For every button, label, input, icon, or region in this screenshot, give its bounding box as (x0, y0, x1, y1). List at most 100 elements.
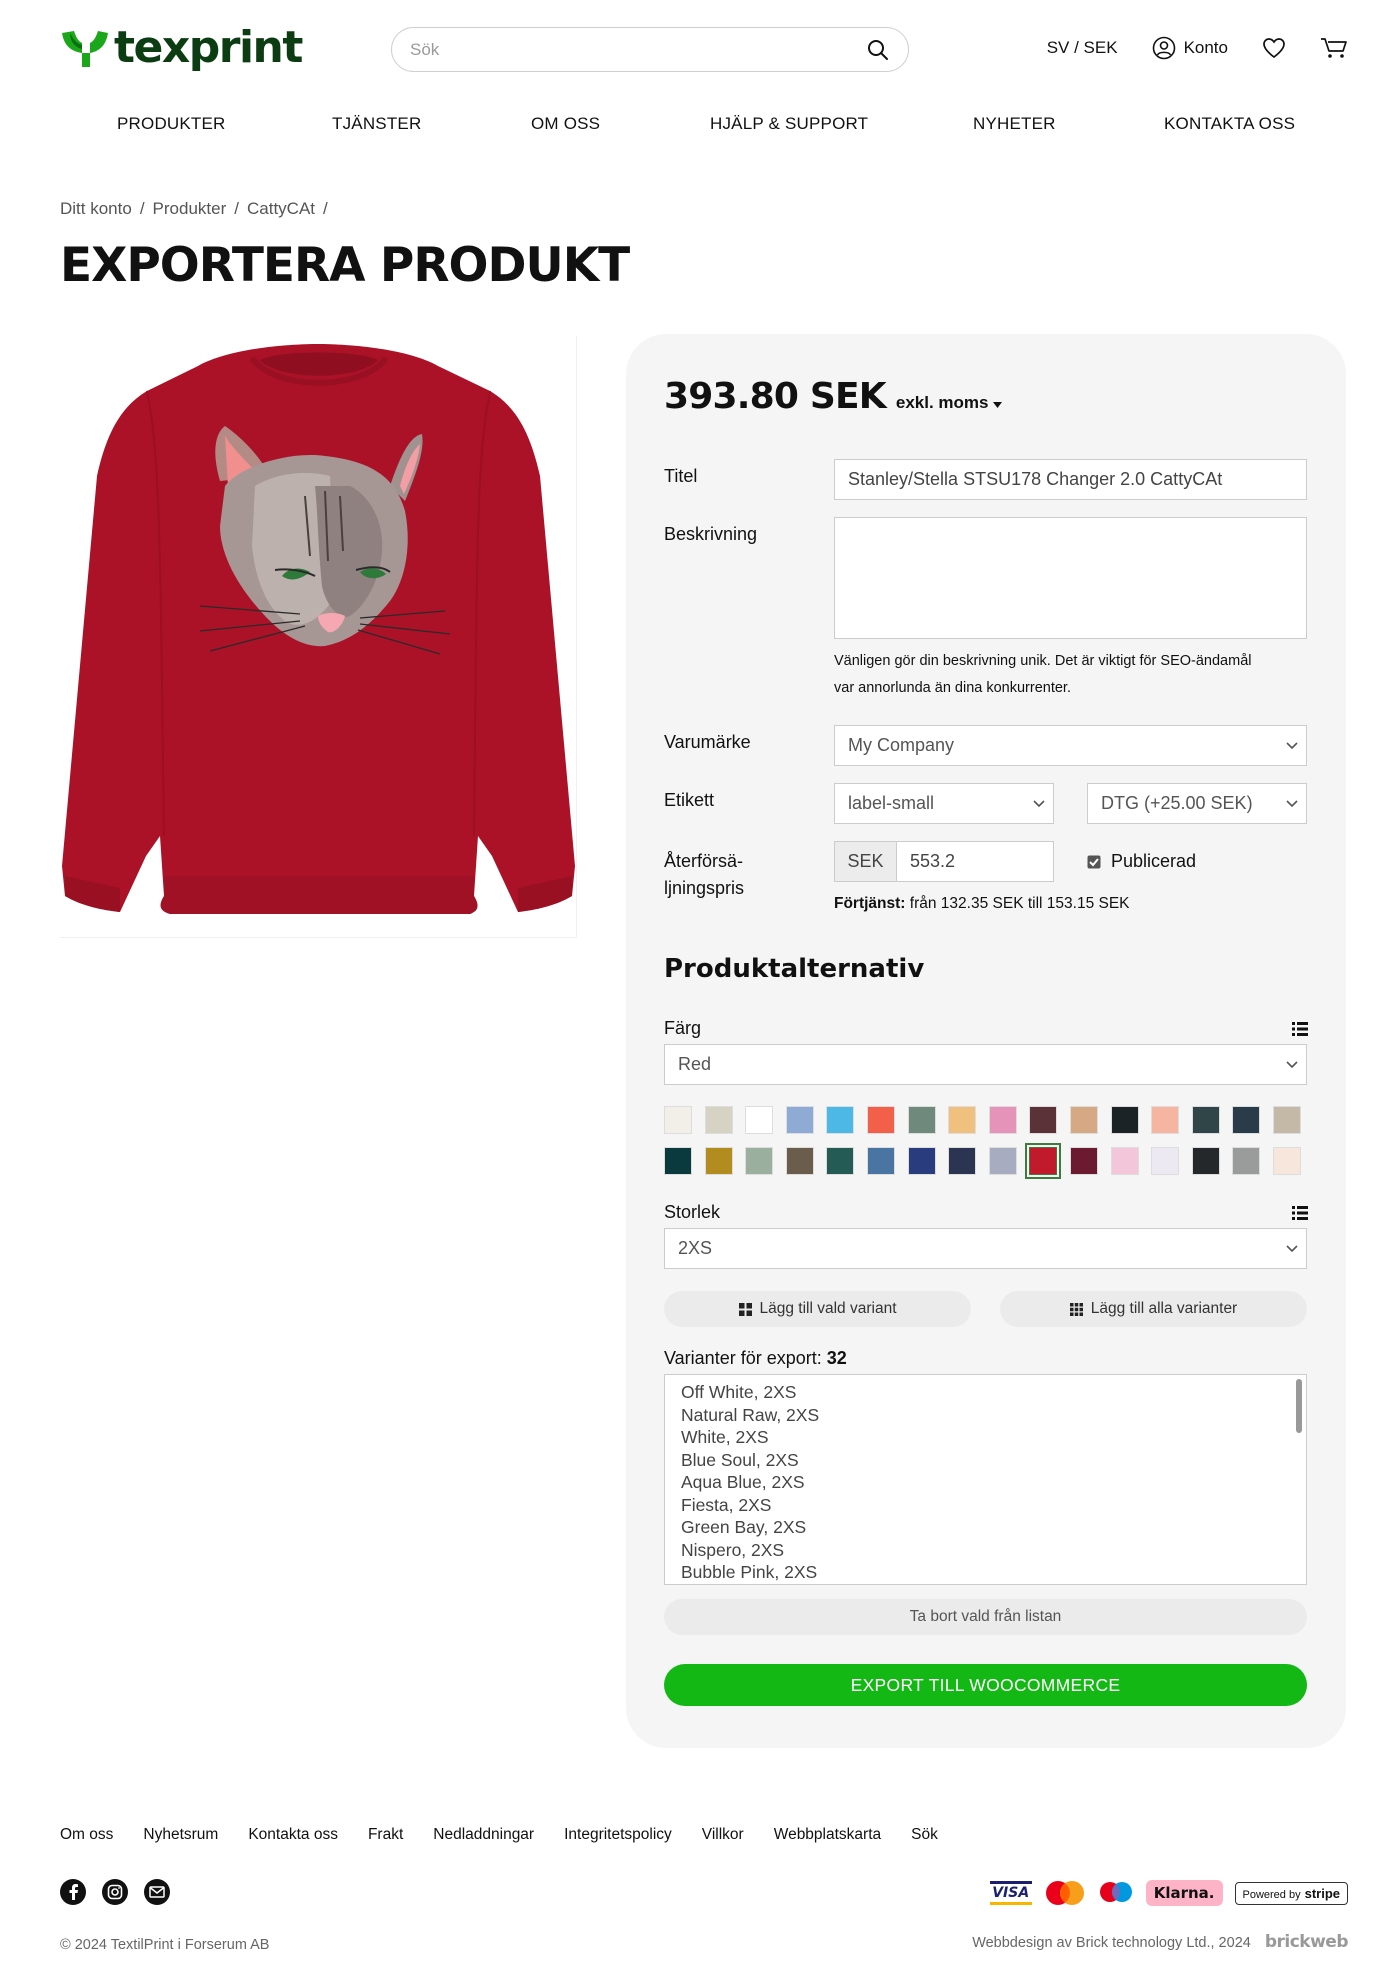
checkbox-checked-icon[interactable] (1087, 855, 1101, 869)
list-item[interactable]: Blue Soul, 2XS (681, 1449, 1290, 1472)
list-item[interactable]: Natural Raw, 2XS (681, 1404, 1290, 1427)
color-swatch[interactable] (664, 1106, 692, 1134)
export-woocommerce-label: EXPORT TILL WOOCOMMERCE (850, 1674, 1121, 1695)
color-swatch[interactable] (988, 1106, 1017, 1134)
search-icon[interactable] (866, 38, 890, 62)
search-bar[interactable] (391, 27, 909, 72)
color-swatch[interactable] (1191, 1147, 1220, 1175)
color-swatch[interactable] (948, 1147, 977, 1175)
nav-item-tjanster[interactable]: TJÄNSTER (332, 114, 421, 134)
color-swatch[interactable] (1191, 1106, 1220, 1134)
color-swatch[interactable] (745, 1147, 774, 1175)
footer-link[interactable]: Frakt (368, 1826, 403, 1844)
title-label: Titel (664, 466, 698, 486)
footer-link[interactable]: Nedladdningar (433, 1826, 534, 1844)
instagram-icon[interactable] (102, 1879, 128, 1905)
list-item[interactable]: Green Bay, 2XS (681, 1516, 1290, 1539)
nav-item-nyheter[interactable]: NYHETER (973, 114, 1056, 134)
chevron-down-icon (1286, 1244, 1298, 1252)
list-item[interactable]: Aqua Blue, 2XS (681, 1471, 1290, 1494)
published-toggle[interactable]: Publicerad (1087, 851, 1196, 872)
footer-link[interactable]: Villkor (702, 1826, 744, 1844)
footer-link[interactable]: Sök (911, 1826, 938, 1844)
footer-link[interactable]: Nyhetsrum (143, 1826, 218, 1844)
color-swatch[interactable] (988, 1147, 1017, 1175)
color-swatch[interactable] (867, 1147, 895, 1175)
color-swatch[interactable] (826, 1106, 855, 1134)
size-label: Storlek (664, 1202, 721, 1222)
list-item[interactable]: White, 2XS (681, 1426, 1290, 1449)
list-item[interactable]: Nispero, 2XS (681, 1539, 1290, 1562)
size-select[interactable]: 2XS (664, 1228, 1307, 1269)
nav-item-kontakta-oss[interactable]: KONTAKTA OSS (1164, 114, 1295, 134)
footer-link[interactable]: Om oss (60, 1826, 113, 1844)
options-title: Produktalternativ (664, 954, 925, 984)
search-input[interactable] (410, 39, 866, 60)
tax-toggle[interactable]: exkl. moms (896, 393, 1003, 413)
footer-link[interactable]: Webbplatskarta (774, 1826, 881, 1844)
cart-icon[interactable] (1320, 36, 1348, 60)
add-selected-variant-button[interactable]: Lägg till vald variant (664, 1291, 971, 1327)
price-block: 393.80 SEK exkl. moms (664, 376, 1003, 417)
label-select[interactable]: label-small (834, 783, 1054, 824)
list-item[interactable]: Fiesta, 2XS (681, 1494, 1290, 1517)
logo[interactable]: texprint (60, 22, 303, 73)
title-field[interactable]: Stanley/Stella STSU178 Changer 2.0 Catty… (834, 459, 1307, 500)
description-field[interactable] (834, 517, 1307, 639)
color-swatch[interactable] (1110, 1106, 1139, 1134)
breadcrumb: Ditt konto / Produkter / CattyCAt / (60, 199, 328, 219)
color-swatch[interactable] (907, 1106, 936, 1134)
color-swatch[interactable] (907, 1147, 936, 1175)
color-swatch[interactable] (1070, 1147, 1098, 1175)
variants-list[interactable]: Off White, 2XS Natural Raw, 2XS White, 2… (664, 1374, 1307, 1585)
color-swatch[interactable] (1025, 1143, 1062, 1179)
color-swatch[interactable] (1151, 1106, 1180, 1134)
breadcrumb-item[interactable]: CattyCAt (247, 199, 315, 219)
color-swatch[interactable] (704, 1147, 733, 1175)
list-item[interactable]: Bubble Pink, 2XS (681, 1561, 1290, 1584)
color-swatch[interactable] (1273, 1147, 1301, 1175)
color-swatch[interactable] (785, 1106, 814, 1134)
profit-info: Förtjänst: från 132.35 SEK till 153.15 S… (834, 895, 1130, 913)
size-value: 2XS (678, 1238, 713, 1258)
nav-item-hjalp-support[interactable]: HJÄLP & SUPPORT (710, 114, 868, 134)
heart-icon[interactable] (1262, 37, 1286, 59)
account-link[interactable]: Konto (1152, 36, 1228, 60)
color-swatch[interactable] (1110, 1147, 1139, 1175)
list-view-icon[interactable] (1292, 1022, 1308, 1036)
scrollbar[interactable] (1296, 1379, 1302, 1433)
list-item[interactable]: Off White, 2XS (681, 1381, 1290, 1404)
color-swatch[interactable] (745, 1106, 774, 1134)
color-swatch[interactable] (704, 1106, 733, 1134)
breadcrumb-item[interactable]: Ditt konto (60, 199, 132, 219)
footer-link[interactable]: Kontakta oss (248, 1826, 338, 1844)
add-all-variants-button[interactable]: Lägg till alla varianter (1000, 1291, 1307, 1327)
color-swatch[interactable] (785, 1147, 814, 1175)
color-swatch[interactable] (948, 1106, 977, 1134)
nav-item-produkter[interactable]: PRODUKTER (117, 114, 226, 134)
brand-select[interactable]: My Company (834, 725, 1307, 766)
mastercard-icon (1045, 1881, 1084, 1905)
resale-price-input[interactable]: 553.2 (896, 841, 1054, 882)
color-swatch[interactable] (1232, 1106, 1261, 1134)
color-swatch[interactable] (1151, 1147, 1180, 1175)
nav-item-om-oss[interactable]: OM OSS (531, 114, 600, 134)
brickweb-logo[interactable]: brickweb (1265, 1932, 1349, 1952)
color-swatch[interactable] (867, 1106, 895, 1134)
color-swatch[interactable] (664, 1147, 692, 1175)
print-method-select[interactable]: DTG (+25.00 SEK) (1087, 783, 1307, 824)
footer-link[interactable]: Integritetspolicy (564, 1826, 672, 1844)
locale-switcher[interactable]: SV / SEK (1047, 38, 1118, 58)
color-swatch[interactable] (1070, 1106, 1098, 1134)
color-swatch[interactable] (1273, 1106, 1301, 1134)
breadcrumb-item[interactable]: Produkter (153, 199, 227, 219)
list-view-icon[interactable] (1292, 1206, 1308, 1220)
remove-selected-button[interactable]: Ta bort vald från listan (664, 1599, 1307, 1635)
color-swatch[interactable] (1232, 1147, 1261, 1175)
color-swatch[interactable] (1029, 1106, 1058, 1134)
export-woocommerce-button[interactable]: EXPORT TILL WOOCOMMERCE (664, 1664, 1307, 1706)
color-swatch[interactable] (826, 1147, 855, 1175)
email-icon[interactable] (144, 1879, 170, 1905)
color-select[interactable]: Red (664, 1044, 1307, 1085)
facebook-icon[interactable] (60, 1879, 86, 1905)
